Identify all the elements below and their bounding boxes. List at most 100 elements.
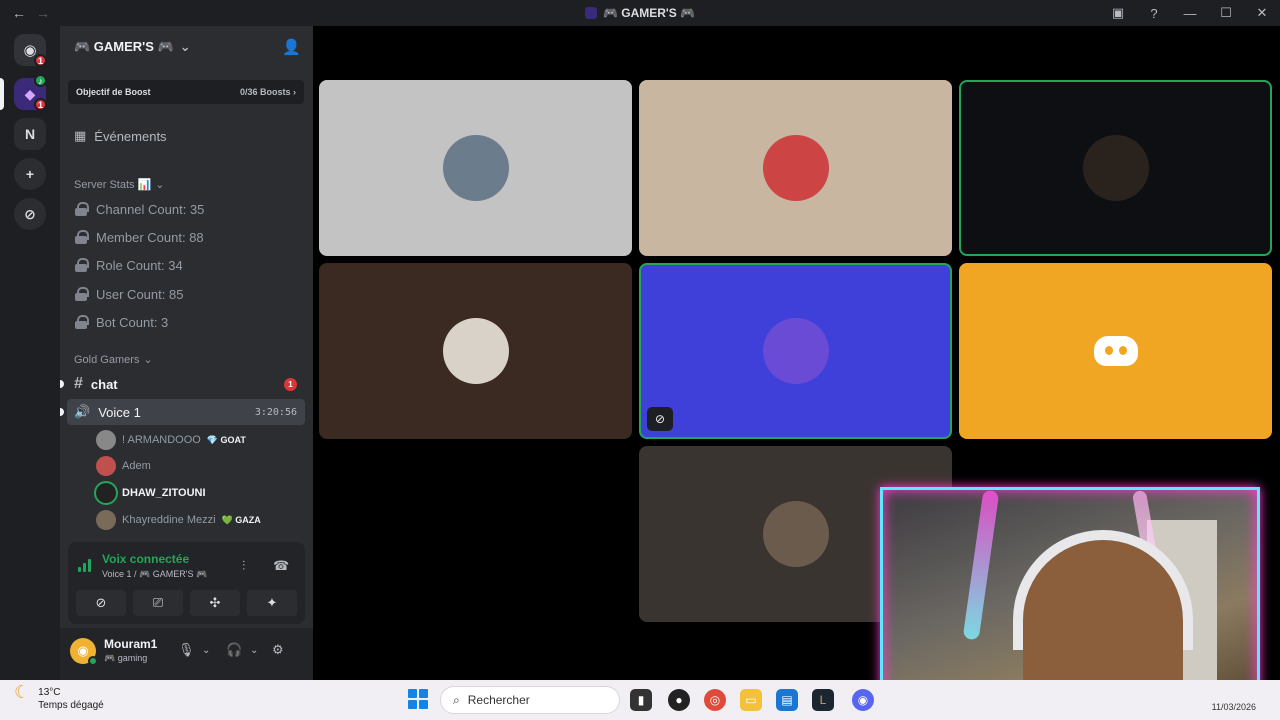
forward-arrow-icon[interactable]: → xyxy=(36,5,50,21)
voice-user[interactable]: Khayreddine Mezzi 💚 GAZA xyxy=(96,508,261,532)
search-icon: ⌕ xyxy=(453,692,460,707)
channel-stat[interactable]: Role Count: 34 xyxy=(74,252,305,278)
minimize-icon[interactable]: — xyxy=(1172,6,1208,21)
server-n[interactable]: N xyxy=(14,118,46,150)
unread-indicator xyxy=(60,408,64,416)
voice-status[interactable]: Voix connectée xyxy=(102,552,189,566)
discord-logo-icon: ◉ xyxy=(77,643,89,658)
events-item[interactable]: ▦ Événements xyxy=(74,128,167,144)
voice-user[interactable]: Adem xyxy=(96,454,151,478)
server-logo-icon: ◆ xyxy=(24,85,36,102)
video-off-icon: ⊘ xyxy=(95,595,107,610)
share-screen-button[interactable]: ⎚ xyxy=(133,590,183,616)
league-icon[interactable]: L xyxy=(812,689,834,711)
channel-chat[interactable]: # chat 1 xyxy=(74,371,305,397)
selected-server-pill xyxy=(0,78,4,110)
participant-tile[interactable] xyxy=(319,80,632,256)
noise-suppression-icon[interactable]: ⫶ xyxy=(242,558,245,574)
invite-people-icon[interactable]: 👤 xyxy=(282,38,301,56)
home-button[interactable]: ◉ 1 xyxy=(14,34,47,67)
channel-voice-1[interactable]: 🔊 Voice 1 3:20:56 xyxy=(67,399,305,425)
category-server-stats[interactable]: Server Stats 📊 ⌄ xyxy=(74,178,165,191)
chevron-down-icon: ⌄ xyxy=(155,179,165,191)
lock-icon xyxy=(74,230,89,244)
add-server-icon[interactable]: + xyxy=(14,158,46,190)
chevron-down-icon[interactable]: ⌄ xyxy=(250,645,258,656)
discord-logo-icon xyxy=(1093,336,1138,366)
activities-button[interactable]: ✣ xyxy=(190,590,240,616)
user-activity: 🎮 gaming xyxy=(104,653,148,663)
clock-date[interactable]: 11/03/2026 xyxy=(1212,702,1256,712)
signal-icon xyxy=(78,558,94,572)
lock-icon xyxy=(74,202,89,216)
windows-start-icon[interactable] xyxy=(408,689,428,709)
participant-tile-self[interactable]: ⊘ xyxy=(639,263,952,439)
avatar xyxy=(762,501,829,567)
lock-icon xyxy=(74,258,89,272)
file-explorer-icon[interactable]: ▭ xyxy=(740,689,762,711)
user-panel: ◉ Mouram1 🎮 gaming 🎙 ⌄ 🎧 ⌄ ⚙ xyxy=(60,628,313,680)
channel-stat[interactable]: User Count: 85 xyxy=(74,281,305,307)
close-icon[interactable]: ✕ xyxy=(1244,5,1280,21)
avatar xyxy=(762,318,829,384)
back-arrow-icon[interactable]: ← xyxy=(12,5,26,21)
avatar xyxy=(96,483,116,503)
task-view-icon[interactable]: ▮ xyxy=(630,689,652,711)
username[interactable]: Mouram1 xyxy=(104,637,157,651)
chevron-down-icon[interactable]: ⌄ xyxy=(202,645,210,656)
maximize-icon[interactable]: ☐ xyxy=(1208,5,1244,21)
video-off-icon: ⊘ xyxy=(647,407,673,431)
headphones-icon[interactable]: 🎧 xyxy=(226,642,242,658)
inbox-icon[interactable]: ▣ xyxy=(1100,5,1136,21)
category-gold-gamers[interactable]: Gold Gamers ⌄ xyxy=(74,353,153,367)
chevron-down-icon: ⌄ xyxy=(179,39,191,54)
weather-widget[interactable]: ☾ 13°C Temps dégagé xyxy=(14,683,104,712)
voice-active-icon: ♪ xyxy=(34,74,47,87)
streamer-webcam-overlay xyxy=(880,487,1260,700)
soundboard-button[interactable]: ✦ xyxy=(247,590,297,616)
camera-off-button[interactable]: ⊘ xyxy=(76,590,126,616)
server-gamers[interactable]: ◆ ♪ 1 xyxy=(14,74,47,111)
hashtag-icon: # xyxy=(74,375,83,392)
calendar-icon: ▦ xyxy=(74,128,87,143)
server-name: 🎮 GAMER'S 🎮 xyxy=(74,39,174,54)
avatar xyxy=(762,135,829,201)
participant-tile[interactable] xyxy=(959,263,1272,439)
voice-user-speaking[interactable]: DHAW_ZITOUNI xyxy=(96,481,206,505)
channel-sidebar: 🎮 GAMER'S 🎮 ⌄ 👤 Objectif de Boost 0/36 B… xyxy=(60,26,313,680)
taskbar-search[interactable]: ⌕ Rechercher xyxy=(440,686,620,714)
title-bar: ← → 🎮 GAMER'S 🎮 ▣ ? — ☐ ✕ xyxy=(0,0,1280,26)
microphone-icon[interactable]: 🎙 xyxy=(178,642,195,658)
avatar xyxy=(442,135,509,201)
server-header[interactable]: 🎮 GAMER'S 🎮 ⌄ 👤 xyxy=(60,26,313,68)
help-icon[interactable]: ? xyxy=(1136,6,1172,21)
obs-icon[interactable]: ● xyxy=(668,689,690,711)
mention-badge: 1 xyxy=(284,377,297,391)
channel-stat[interactable]: Member Count: 88 xyxy=(74,224,305,250)
server-icon xyxy=(584,7,597,19)
chrome-icon[interactable]: ◎ xyxy=(704,689,726,711)
window-title: 🎮 GAMER'S 🎮 xyxy=(0,6,1280,20)
lock-icon xyxy=(74,287,89,301)
screen-share-icon: ⎚ xyxy=(152,595,164,610)
voice-user[interactable]: ! ARMANDOOO 💎 GOAT xyxy=(96,428,246,452)
disconnect-icon[interactable]: ☎ xyxy=(273,558,289,574)
settings-gear-icon[interactable]: ⚙ xyxy=(272,642,284,658)
voice-channel-info[interactable]: Voice 1 / 🎮 GAMER'S 🎮 xyxy=(102,569,207,580)
participant-tile[interactable] xyxy=(639,80,952,256)
avatar xyxy=(96,510,116,530)
boost-goal[interactable]: Objectif de Boost 0/36 Boosts › xyxy=(68,80,304,104)
server-list: ◉ 1 ◆ ♪ 1 N + ⊘ xyxy=(0,26,60,680)
discord-taskbar-icon[interactable]: ◉ xyxy=(852,689,874,711)
avatar xyxy=(1082,135,1149,201)
store-icon[interactable]: ▤ xyxy=(776,689,798,711)
participant-tile[interactable] xyxy=(319,263,632,439)
avatar xyxy=(96,456,116,476)
discover-icon[interactable]: ⊘ xyxy=(14,198,46,230)
voice-timer: 3:20:56 xyxy=(254,406,297,418)
channel-stat[interactable]: Bot Count: 3 xyxy=(74,309,305,335)
channel-stat[interactable]: Channel Count: 35 xyxy=(74,196,305,222)
avatar xyxy=(96,430,116,450)
voice-connection-panel: Voix connectée Voice 1 / 🎮 GAMER'S 🎮 ⫶ ☎… xyxy=(68,542,305,624)
participant-tile-speaking[interactable] xyxy=(959,80,1272,256)
